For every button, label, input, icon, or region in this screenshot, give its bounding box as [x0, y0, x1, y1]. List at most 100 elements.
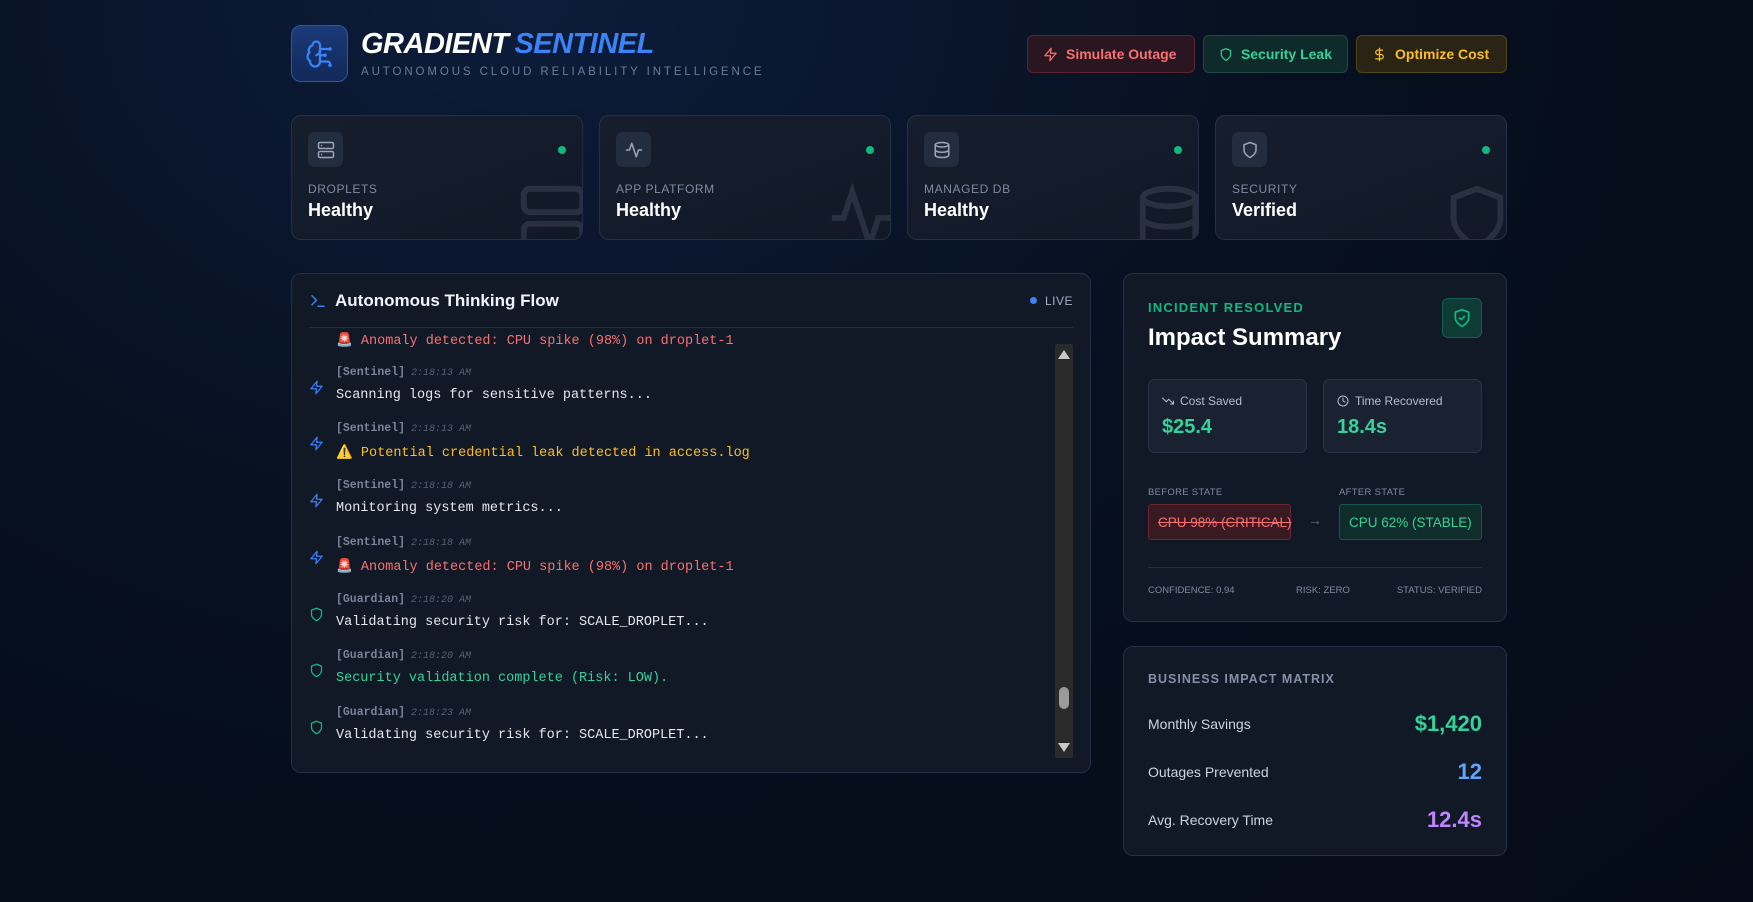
scrollbar-thumb[interactable] [1059, 687, 1069, 709]
log-agent: [Guardian] [336, 649, 406, 662]
server-watermark-icon [520, 185, 582, 239]
log-time: 2:18:13 AM [411, 368, 472, 379]
log-meta: [Guardian] 2:18:20 AM [336, 593, 471, 606]
security-leak-button[interactable]: Security Leak [1203, 35, 1348, 73]
log-message: ⚠️ Potential credential leak detected in… [336, 446, 750, 461]
time-recovered-value: 18.4s [1337, 416, 1388, 438]
risk-text: RISK: ZERO [1296, 585, 1350, 596]
brand-word-2: SENTINEL [514, 28, 654, 60]
metric-label: Outages Prevented [1148, 764, 1269, 780]
cost-saved-box: Cost Saved $25.4 [1148, 379, 1307, 453]
zap-icon [310, 380, 323, 395]
status-card-value: Healthy [308, 200, 374, 220]
log-entry: [Guardian] 2:18:20 AM Security validation… [309, 649, 1049, 699]
status-dot [866, 146, 874, 154]
shield-icon [310, 607, 323, 622]
log-meta: [Sentinel] 2:18:13 AM [336, 366, 471, 379]
brand-word-1: GRADIENT [361, 28, 509, 60]
time-recovered-label-row: Time Recovered [1337, 394, 1443, 408]
zap-icon [310, 550, 323, 565]
log-agent: [Sentinel] [336, 536, 406, 549]
optimize-cost-button[interactable]: Optimize Cost [1356, 35, 1507, 73]
status-card-value: Healthy [924, 200, 990, 220]
log-agent: [Sentinel] [336, 422, 406, 435]
status-card-droplets: DROPLETS Healthy [291, 115, 583, 240]
business-impact-panel: BUSINESS IMPACT MATRIX Monthly Savings $… [1123, 646, 1507, 856]
status-card-managed-db: MANAGED DB Healthy [907, 115, 1199, 240]
brand-subtitle: AUTONOMOUS CLOUD RELIABILITY INTELLIGENC… [361, 66, 765, 78]
metric-value: 12.4s [1426, 807, 1482, 832]
status-card-security: SECURITY Verified [1215, 115, 1507, 240]
database-watermark-icon [1139, 185, 1198, 239]
thinking-flow-panel: Autonomous Thinking Flow LIVE 🚨 Anomaly … [291, 273, 1091, 773]
log-message-partial: 🚨 Anomaly detected: CPU spike (98%) on d… [336, 334, 734, 349]
log-entry: [Sentinel] 2:18:13 AM ⚠️ Potential creden… [309, 422, 1049, 472]
metric-row-avg-recovery-time: Avg. Recovery Time 12.4s [1148, 805, 1482, 835]
log-agent: [Guardian] [336, 706, 406, 719]
log-scrollbar[interactable] [1055, 344, 1073, 758]
scroll-down-arrow[interactable] [1058, 743, 1070, 752]
divider [1148, 567, 1482, 568]
log-time: 2:18:13 AM [411, 424, 472, 435]
metric-label: Avg. Recovery Time [1148, 812, 1274, 828]
status-card-label: DROPLETS [308, 182, 378, 196]
clock-icon [1337, 395, 1349, 407]
time-recovered-box: Time Recovered 18.4s [1323, 379, 1482, 453]
shield-icon [1232, 132, 1267, 167]
zap-icon [1044, 47, 1057, 61]
log-agent: [Sentinel] [336, 479, 406, 492]
after-state-label: AFTER STATE [1339, 487, 1406, 498]
log-meta: [Sentinel] 2:18:18 AM [336, 536, 471, 549]
server-icon [308, 132, 343, 167]
confidence-text: CONFIDENCE: 0.94 [1148, 585, 1235, 596]
cost-saved-value: $25.4 [1162, 416, 1213, 438]
scroll-up-arrow[interactable] [1058, 350, 1070, 359]
time-recovered-label: Time Recovered [1355, 394, 1443, 408]
shield-icon [1220, 47, 1232, 61]
cost-saved-label: Cost Saved [1180, 394, 1243, 408]
live-label: LIVE [1044, 293, 1073, 308]
metric-row-outages-prevented: Outages Prevented 12 [1148, 757, 1482, 787]
incident-resolved-tag: INCIDENT RESOLVED [1148, 300, 1304, 315]
log-meta: [Guardian] 2:18:23 AM [336, 706, 471, 719]
metric-value: $1,420 [1414, 711, 1482, 736]
zap-icon [310, 436, 323, 451]
metric-value: 12 [1457, 759, 1482, 784]
status-text: STATUS: VERIFIED [1396, 585, 1482, 596]
log-entry: [Guardian] 2:18:23 AM Validating security… [309, 706, 1049, 756]
terminal-icon [311, 294, 325, 307]
optimize-cost-label: Optimize Cost [1395, 46, 1490, 62]
trending-down-icon [1162, 397, 1174, 405]
log-time: 2:18:18 AM [411, 538, 472, 549]
status-card-value: Verified [1232, 200, 1298, 220]
before-state-value: CPU 98% (CRITICAL) [1148, 504, 1292, 540]
arrow-right-icon: → [1308, 512, 1322, 528]
brand-title: GRADIENT SENTINEL [361, 28, 654, 61]
after-state-value: CPU 62% (STABLE) [1339, 504, 1482, 540]
log-meta: [Guardian] 2:18:20 AM [336, 649, 471, 662]
metric-label: Monthly Savings [1148, 716, 1251, 732]
business-impact-title: BUSINESS IMPACT MATRIX [1148, 672, 1335, 686]
log-entry: [Sentinel] 2:18:18 AM Monitoring system m… [309, 479, 1049, 529]
log-meta: [Sentinel] 2:18:18 AM [336, 479, 471, 492]
brain-circuit-icon [305, 39, 332, 68]
log-time: 2:18:23 AM [411, 708, 472, 719]
activity-icon [616, 132, 651, 167]
status-card-label: SECURITY [1232, 182, 1298, 196]
shield-watermark-icon [1450, 185, 1504, 239]
simulate-outage-button[interactable]: Simulate Outage [1027, 35, 1195, 73]
log-message: Validating security risk for: SCALE_DROP… [336, 615, 709, 630]
shield-icon [310, 720, 323, 735]
cost-saved-label-row: Cost Saved [1162, 394, 1242, 408]
log-entry: [Guardian] 2:18:20 AM Validating security… [309, 593, 1049, 643]
log-agent: [Guardian] [336, 593, 406, 606]
status-card-label: APP PLATFORM [616, 182, 715, 196]
log-message: Monitoring system metrics... [336, 501, 563, 516]
status-dot [1174, 146, 1182, 154]
log-scroll-area[interactable]: 🚨 Anomaly detected: CPU spike (98%) on d… [309, 328, 1054, 758]
live-dot [1029, 297, 1037, 304]
impact-summary-panel: INCIDENT RESOLVED Impact Summary Cost Sa… [1123, 273, 1507, 622]
live-indicator: LIVE [1029, 293, 1073, 308]
simulate-outage-label: Simulate Outage [1066, 46, 1177, 62]
status-card-label: MANAGED DB [924, 182, 1011, 196]
